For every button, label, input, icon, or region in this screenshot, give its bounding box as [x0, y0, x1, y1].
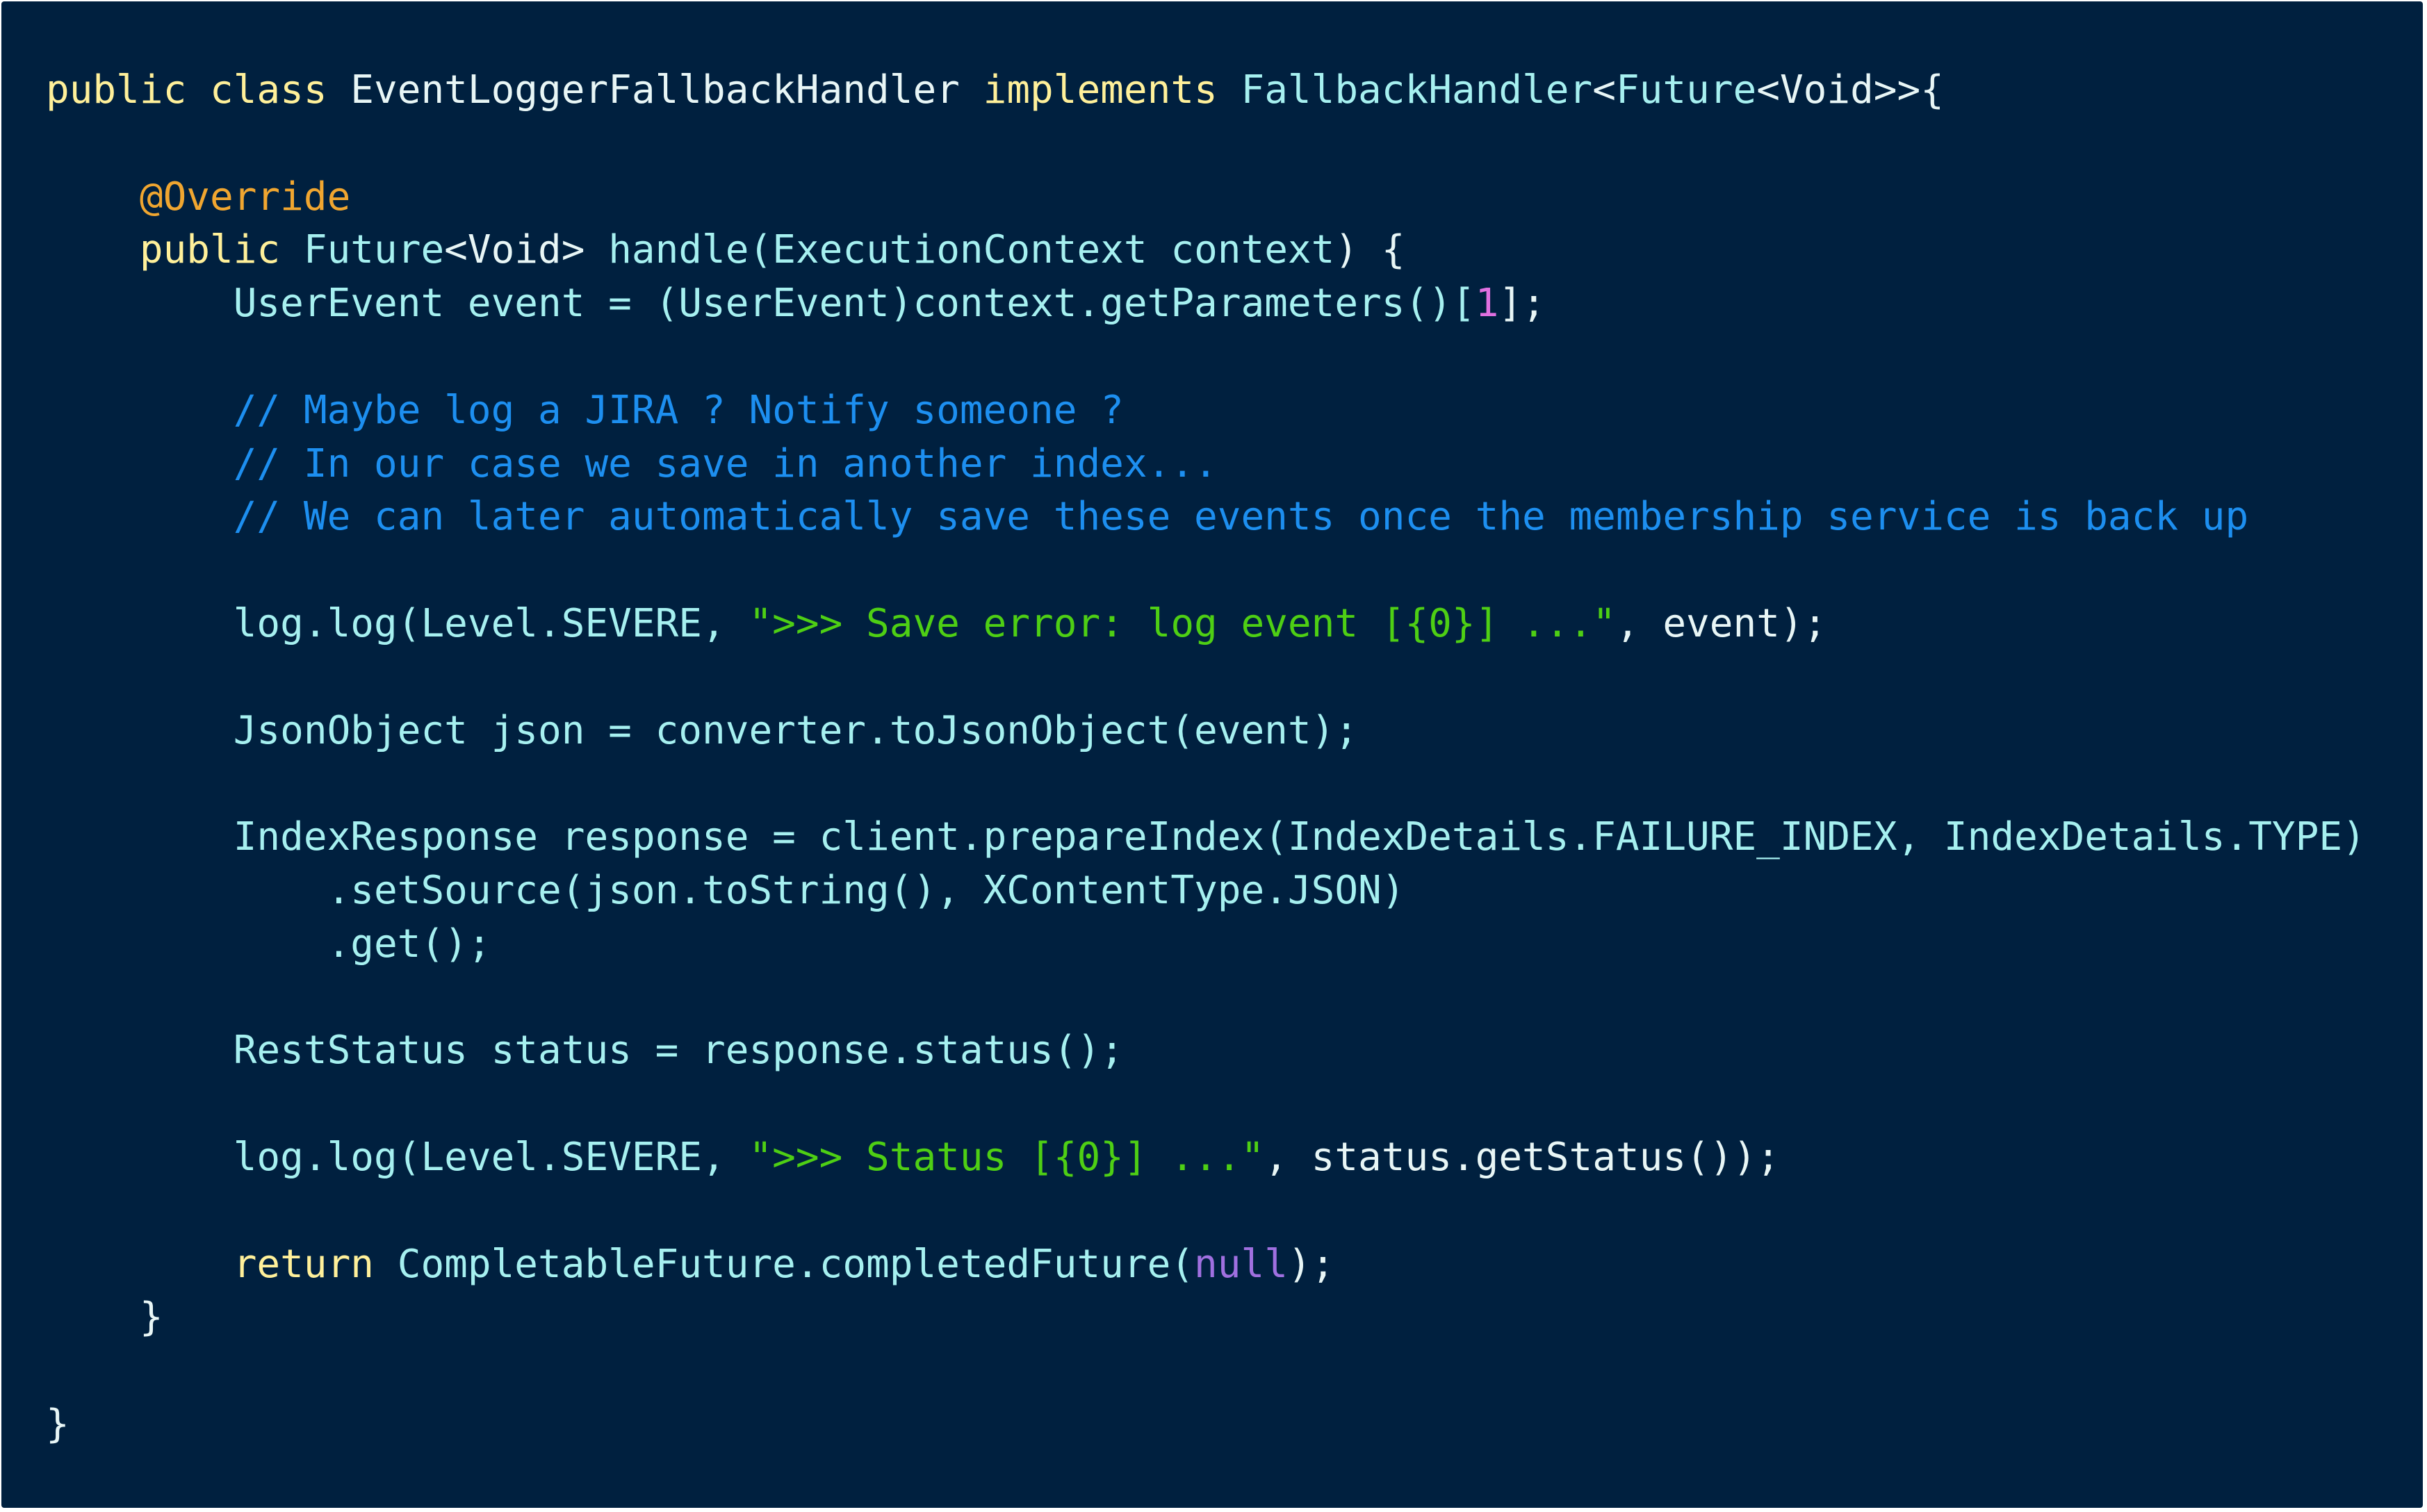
code-token-type: IndexResponse response = client.prepareI… [233, 814, 2366, 860]
code-line: ​ [46, 544, 2423, 598]
code-line: // We can later automatically save these… [46, 491, 2423, 544]
code-line: ​ [46, 757, 2423, 811]
code-line: public Future<Void> handle(ExecutionCont… [46, 224, 2423, 277]
code-token-type: handle( [608, 227, 773, 273]
code-line: .get(); [46, 918, 2423, 971]
code-token-type: log.log(Level.SEVERE, [233, 1134, 749, 1180]
code-token-null: null [1194, 1241, 1288, 1287]
code-token-keyword: return [233, 1241, 398, 1287]
code-token-type: UserEvent event = (UserEvent)context.get… [233, 281, 1476, 327]
code-token-type: Future [1615, 67, 1757, 113]
code-line: log.log(Level.SEVERE, ">>> Save error: l… [46, 598, 2423, 651]
code-line: RestStatus status = response.status(); [46, 1024, 2423, 1078]
code-line: log.log(Level.SEVERE, ">>> Status [{0}] … [46, 1131, 2423, 1185]
code-token-comment: // Maybe log a JIRA ? Notify someone ? [233, 387, 1124, 433]
code-line: .setSource(json.toString(), XContentType… [46, 864, 2423, 918]
code-line: ​ [46, 1345, 2423, 1398]
code-line: } [46, 1398, 2423, 1452]
code-token-string: ">>> Status [{0}] ..." [749, 1134, 1265, 1180]
code-token-plain: < [1592, 67, 1616, 113]
code-token-keyword: implements [983, 67, 1241, 113]
code-token-number: 1 [1475, 281, 1499, 327]
code-token-plain: , status.getStatus()); [1264, 1134, 1780, 1180]
code-line: ​ [46, 331, 2423, 384]
code-token-plain: } [139, 1295, 163, 1340]
code-token-annotation: @Override [139, 174, 351, 220]
code-token-type: RestStatus status = response.status(); [233, 1028, 1124, 1074]
code-token-plain: EventLoggerFallbackHandler [350, 67, 983, 113]
code-line: } [46, 1291, 2423, 1345]
code-token-plain: <Void>>{ [1756, 67, 1944, 113]
code-token-type: .get(); [327, 921, 491, 967]
code-token-plain: ]; [1498, 281, 1546, 327]
code-text: public class EventLoggerFallbackHandler … [46, 64, 2423, 1452]
code-token-type: FallbackHandler [1241, 67, 1593, 113]
code-token-plain: <Void> [444, 227, 609, 273]
code-line: public class EventLoggerFallbackHandler … [46, 64, 2423, 117]
code-token-keyword: public [139, 227, 304, 273]
code-line: @Override [46, 171, 2423, 224]
code-token-type: log.log(Level.SEVERE, [233, 600, 749, 646]
code-token-type: ExecutionContext context [772, 227, 1335, 273]
code-token-keyword: public class [46, 67, 351, 113]
code-line: // In our case we save in another index.… [46, 438, 2423, 491]
code-token-comment: // In our case we save in another index.… [233, 441, 1218, 486]
code-line: JsonObject json = converter.toJsonObject… [46, 705, 2423, 758]
code-token-plain: ); [1287, 1241, 1335, 1287]
code-line: ​ [46, 1185, 2423, 1238]
code-line: ​ [46, 971, 2423, 1025]
code-line: IndexResponse response = client.prepareI… [46, 811, 2423, 864]
code-token-type: Future [303, 227, 445, 273]
code-token-plain: } [46, 1401, 70, 1447]
code-line: return CompletableFuture.completedFuture… [46, 1238, 2423, 1292]
code-line: ​ [46, 1078, 2423, 1131]
code-token-type: JsonObject json = converter.toJsonObject… [233, 707, 1359, 753]
code-token-plain: , event); [1615, 600, 1827, 646]
code-line: UserEvent event = (UserEvent)context.get… [46, 277, 2423, 331]
code-token-type: CompletableFuture.completedFuture( [397, 1241, 1195, 1287]
code-line: ​ [46, 117, 2423, 171]
code-line: // Maybe log a JIRA ? Notify someone ? [46, 384, 2423, 438]
code-token-comment: // We can later automatically save these… [233, 494, 2249, 540]
code-token-string: ">>> Save error: log event [{0}] ..." [749, 600, 1616, 646]
code-block: public class EventLoggerFallbackHandler … [1, 1, 2423, 1508]
code-line: ​ [46, 651, 2423, 705]
code-token-type: .setSource(json.toString(), XContentType… [327, 867, 1405, 913]
code-token-plain: ) { [1334, 227, 1405, 273]
